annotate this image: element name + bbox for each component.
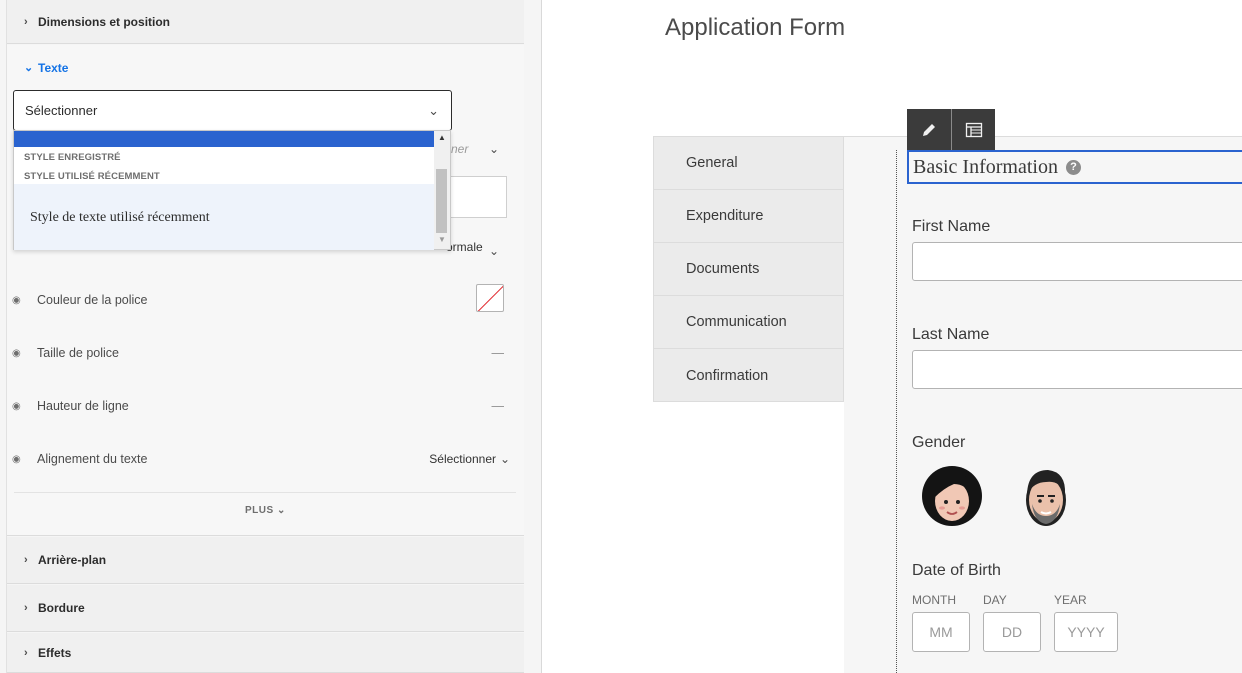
chevron-down-icon: ⌄ [428,103,439,118]
line-height-label: Hauteur de ligne [37,399,129,413]
tab-expenditure[interactable]: Expenditure [654,190,843,243]
prop-text-align: ◉ Alignement du texte Sélectionner ⌄ [12,449,512,469]
month-label: MONTH [912,593,956,607]
more-button[interactable]: PLUS ⌄ [245,505,286,516]
properties-panel: › Dimensions et position ⌄ Texte ner ⌄ o… [0,0,542,673]
section-effets-label: Effets [38,645,72,660]
line-height-value[interactable]: — [492,399,505,413]
last-name-input[interactable] [912,350,1242,389]
table-icon[interactable] [951,109,995,150]
font-size-value[interactable]: — [492,346,505,360]
prop-line-height: ◉ Hauteur de ligne — [12,396,512,416]
section-effets[interactable]: › Effets [7,633,524,673]
text-align-label: Alignement du texte [37,452,148,466]
chevron-down-icon: ⌄ [24,62,34,74]
year-input[interactable]: YYYY [1054,612,1118,652]
section-bordure[interactable]: › Bordure [7,585,524,632]
form-tabs: General Expenditure Documents Communicat… [653,136,844,402]
chevron-down-icon[interactable]: ⌄ [489,244,499,258]
chevron-down-icon: ⌄ [276,505,286,516]
form-content-area [844,136,1242,673]
eye-icon[interactable]: ◉ [12,348,37,359]
section-texte-label: Texte [38,60,69,75]
month-input[interactable]: MM [912,612,970,652]
day-label: DAY [983,593,1007,607]
tab-confirmation[interactable]: Confirmation [654,349,843,402]
text-style-dropdown: STYLE ENREGISTRÉ STYLE UTILISÉ RÉCEMMENT… [13,130,451,250]
prop-font-size: ◉ Taille de police — [12,343,512,363]
scroll-down-icon[interactable]: ▼ [438,235,446,244]
section-texte[interactable]: ⌄ Texte [7,45,524,90]
section-arriere-plan[interactable]: › Arrière-plan [7,537,524,584]
font-weight-value-fragment: ormale [446,240,483,254]
help-icon[interactable]: ? [1065,159,1081,175]
tab-communication[interactable]: Communication [654,296,843,349]
text-align-select[interactable]: Sélectionner [429,452,496,466]
female-avatar-icon[interactable] [920,464,984,528]
chevron-down-icon[interactable]: ⌄ [500,452,512,466]
scroll-up-icon[interactable]: ▲ [438,133,446,142]
text-style-select[interactable]: Sélectionner ⌄ [13,90,452,131]
chevron-right-icon: › [24,602,28,614]
section-arriere-plan-label: Arrière-plan [38,553,107,567]
dob-label: Date of Birth [912,562,1001,579]
year-label: YEAR [1054,593,1087,607]
day-input[interactable]: DD [983,612,1041,652]
chevron-right-icon: › [24,646,28,659]
font-family-select-fragment: ner [451,142,469,156]
dropdown-group-recent: STYLE UTILISÉ RÉCEMMENT [24,171,160,182]
section-dimensions[interactable]: › Dimensions et position [7,0,524,44]
dropdown-group-saved: STYLE ENREGISTRÉ [24,152,121,163]
scrollbar-thumb[interactable] [436,169,447,233]
prop-font-color: ◉ Couleur de la police [12,290,512,310]
first-name-input[interactable] [912,242,1242,281]
section-bordure-label: Bordure [38,601,85,615]
chevron-right-icon: › [24,554,28,566]
last-name-label: Last Name [912,326,990,343]
selection-guide [896,150,897,673]
component-toolbar [907,109,995,150]
male-avatar-icon[interactable] [1014,464,1078,528]
pencil-icon[interactable] [907,109,951,150]
panel-edge [0,0,7,673]
dropdown-scrollbar[interactable]: ▲ ▼ [434,131,450,249]
gender-label: Gender [912,434,966,451]
font-size-label: Taille de police [37,346,119,360]
dropdown-highlighted-option[interactable] [14,131,434,147]
font-color-swatch[interactable] [476,284,504,312]
panel-title[interactable]: Basic Information ? [907,150,1242,184]
font-color-label: Couleur de la police [37,293,148,307]
dropdown-option-recent-style[interactable]: Style de texte utilisé récemment [14,184,434,250]
section-dimensions-label: Dimensions et position [38,14,171,29]
chevron-right-icon: › [24,15,28,28]
eye-icon[interactable]: ◉ [12,401,37,412]
tab-documents[interactable]: Documents [654,243,843,296]
eye-icon[interactable]: ◉ [12,295,37,306]
form-title: Application Form [665,14,846,41]
tab-general[interactable]: General [654,137,843,190]
first-name-label: First Name [912,218,991,235]
text-style-select-value: Sélectionner [25,103,98,118]
panel-title-text: Basic Information [913,155,1058,178]
chevron-down-icon[interactable]: ⌄ [489,142,499,156]
divider [14,492,516,493]
font-size-input-fragment[interactable] [449,176,507,218]
eye-icon[interactable]: ◉ [12,454,37,465]
